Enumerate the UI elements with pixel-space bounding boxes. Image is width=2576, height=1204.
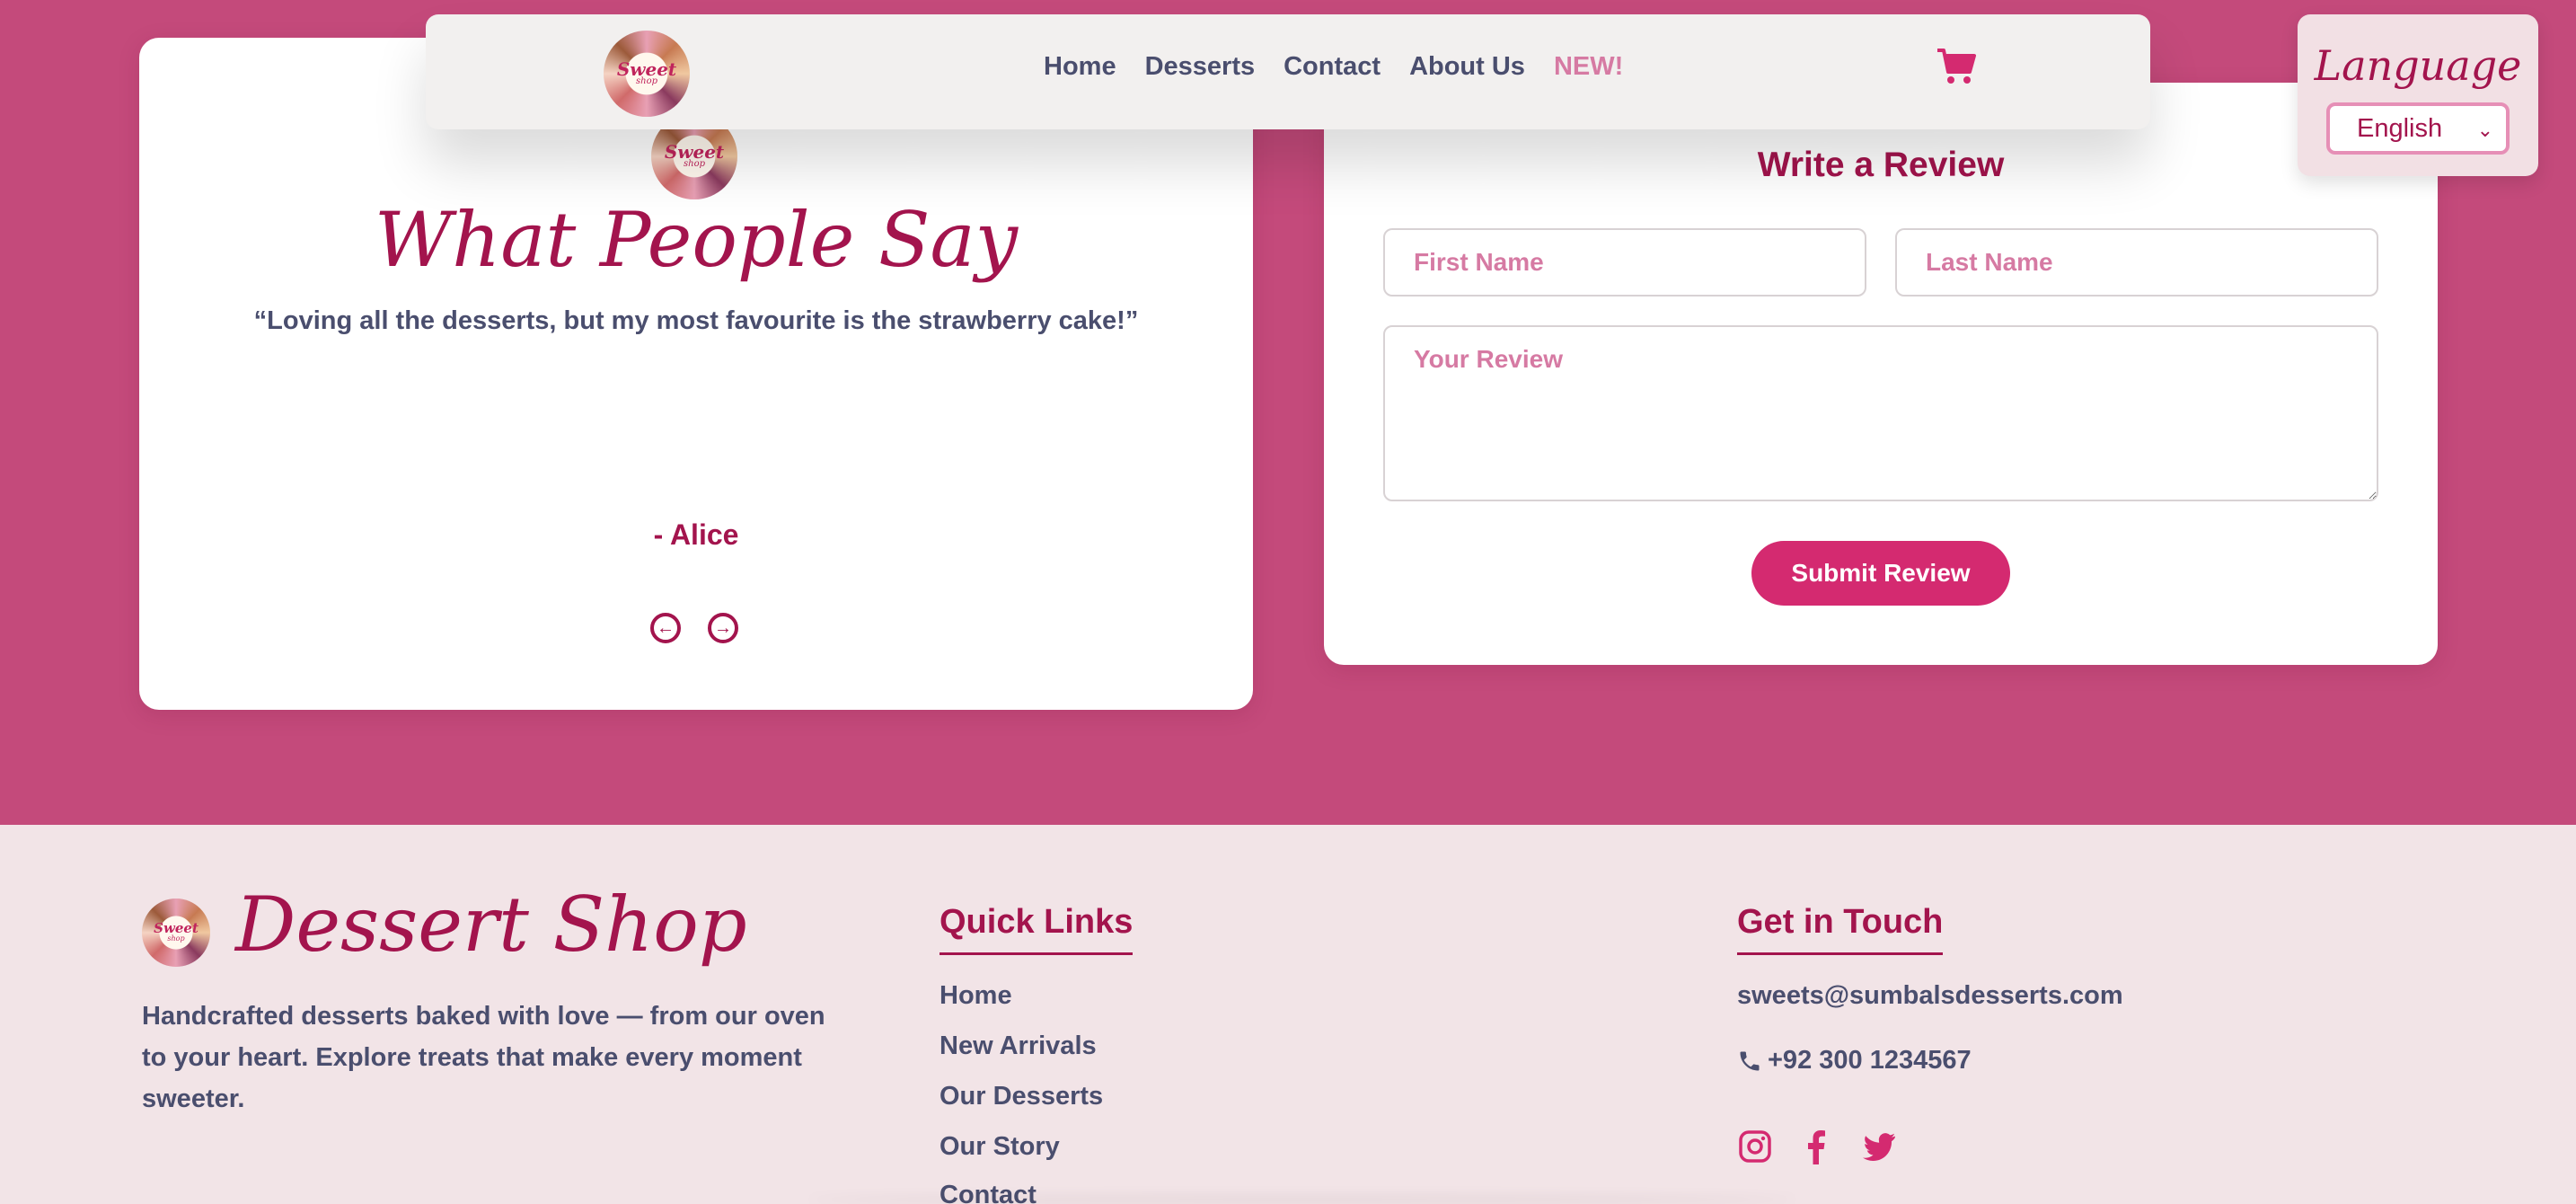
logo-subtext: shop — [684, 159, 705, 169]
language-title: Language — [2314, 41, 2522, 90]
nav-contact[interactable]: Contact — [1284, 52, 1381, 82]
logo-text: Sweet — [154, 920, 198, 936]
language-select[interactable]: English ⌄ — [2326, 102, 2510, 155]
instagram-icon[interactable] — [1737, 1129, 1773, 1164]
footer-brand: Dessert Shop — [235, 881, 747, 969]
facebook-icon[interactable] — [1798, 1129, 1834, 1164]
arrow-left-circle-icon[interactable]: ← — [650, 613, 681, 643]
footer-link-our-story[interactable]: Our Story — [940, 1132, 1060, 1162]
navbar-logo[interactable]: Sweet shop — [604, 31, 690, 117]
footer-link-new-arrivals[interactable]: New Arrivals — [940, 1031, 1097, 1061]
twitter-icon[interactable] — [1861, 1129, 1897, 1164]
nav-new[interactable]: NEW! — [1554, 52, 1623, 82]
footer-link-our-desserts[interactable]: Our Desserts — [940, 1082, 1103, 1111]
nav-desserts[interactable]: Desserts — [1145, 52, 1256, 82]
phone-icon — [1740, 1051, 1760, 1070]
testimonial-title: What People Say — [374, 196, 1019, 284]
submit-review-button[interactable]: Submit Review — [1751, 541, 2010, 606]
footer-phone-row: +92 300 1234567 — [1737, 1046, 1972, 1076]
footer-description: Handcrafted desserts baked with love — f… — [142, 1002, 825, 1113]
review-title: Write a Review — [1757, 146, 2005, 184]
nav-home[interactable]: Home — [1044, 52, 1116, 82]
nav-links: Home Desserts Contact About Us NEW! — [1044, 52, 1623, 82]
chevron-down-icon: ⌄ — [2476, 119, 2493, 141]
last-name-input[interactable] — [1895, 228, 2378, 297]
arrow-right-circle-icon[interactable]: → — [708, 613, 738, 643]
footer-phone[interactable]: +92 300 1234567 — [1768, 1046, 1972, 1076]
cart-icon[interactable] — [1936, 47, 1977, 86]
footer-link-home[interactable]: Home — [940, 981, 1012, 1011]
language-selected: English — [2357, 113, 2443, 143]
logo-subtext: shop — [167, 934, 185, 943]
nav-about-us[interactable]: About Us — [1409, 52, 1525, 82]
first-name-input[interactable] — [1383, 228, 1866, 297]
testimonial-author: - Alice — [653, 518, 739, 551]
logo-text: Sweet — [664, 141, 725, 163]
logo-subtext: shop — [636, 76, 657, 86]
scroll-shadow — [808, 1195, 1796, 1204]
review-textarea[interactable] — [1383, 325, 2378, 501]
language-panel: Language English ⌄ — [2298, 14, 2538, 176]
footer-logo: Sweet shop — [142, 899, 210, 967]
testimonial-quote: “Loving all the desserts, but my most fa… — [253, 306, 1139, 335]
quick-links-heading: Quick Links — [940, 903, 1134, 955]
logo-text: Sweet — [616, 58, 677, 80]
get-in-touch-heading: Get in Touch — [1737, 903, 1944, 955]
footer-email[interactable]: sweets@sumbalsdesserts.com — [1737, 981, 2123, 1011]
